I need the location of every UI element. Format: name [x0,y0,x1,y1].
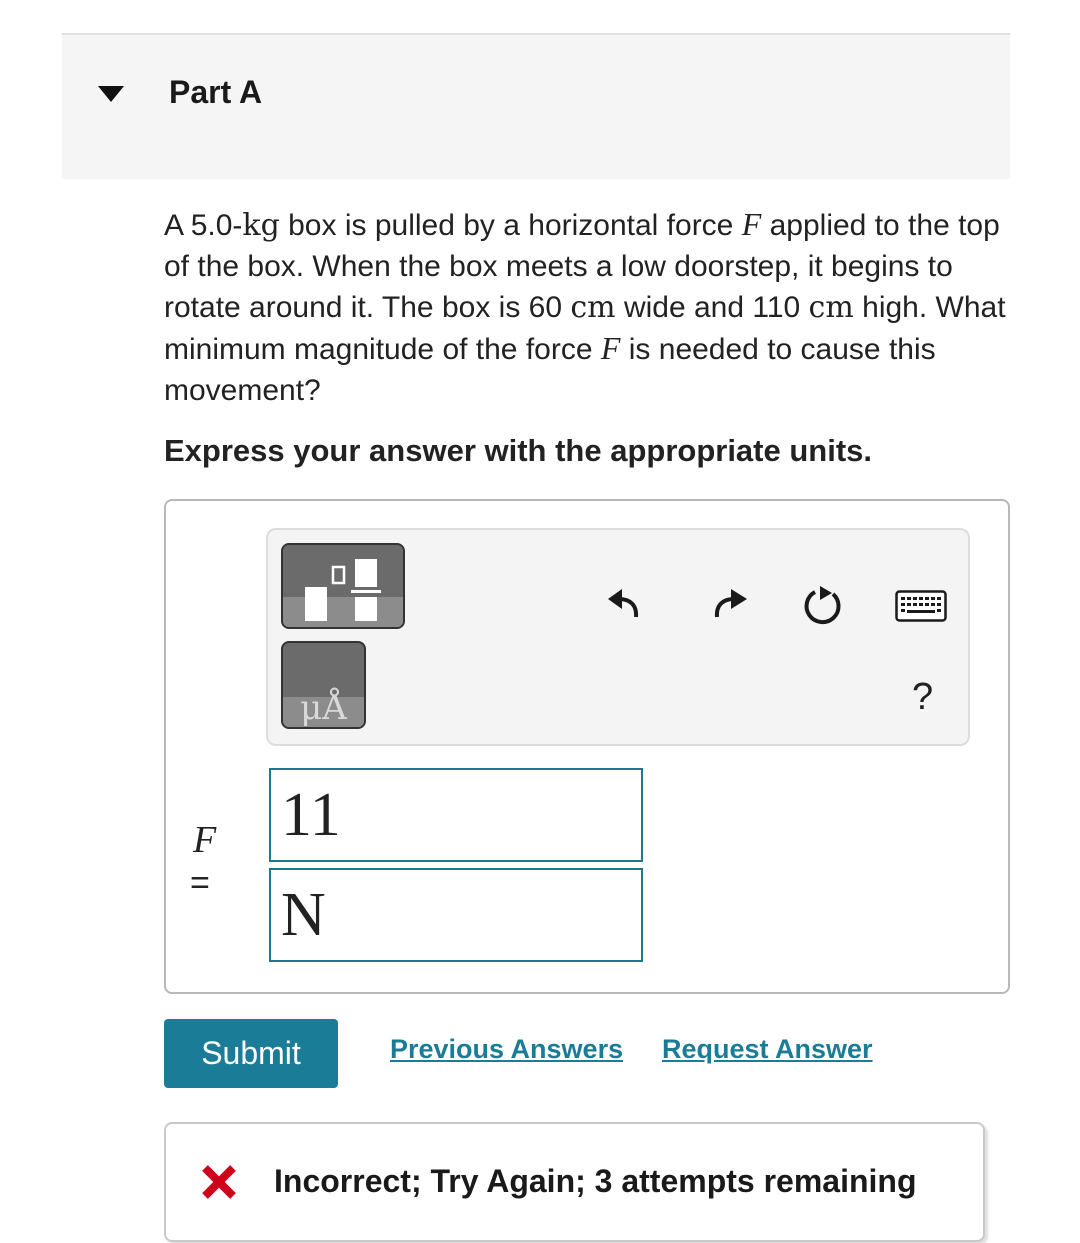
question-text: A 5.0-kg box is pulled by a horizontal f… [164,206,1006,408]
unit-cm: cm [808,289,854,325]
reset-icon[interactable] [800,584,846,626]
instruction-text: Express your answer with the appropriate… [164,433,873,468]
page: Part A A 5.0-kg box is pulled by a horiz… [0,0,1080,1243]
equals-sign: = [190,864,210,902]
previous-answers-link[interactable]: Previous Answers [390,1034,623,1065]
value-input-text: 11 [281,781,341,849]
submit-button[interactable]: Submit [164,1019,338,1088]
unit-input-text: N [281,881,326,949]
unit-cm: cm [570,289,616,325]
answer-variable-label: F [193,819,217,861]
incorrect-x-icon [201,1164,237,1205]
redo-icon[interactable] [709,585,749,619]
keyboard-icon[interactable] [895,590,947,622]
undo-icon[interactable] [606,585,646,619]
request-answer-link[interactable]: Request Answer [662,1034,873,1065]
templates-button[interactable] [281,543,405,629]
unit-kg: kg [242,208,280,243]
units-icon: μÅ [300,688,347,728]
collapse-triangle-icon[interactable] [96,84,126,104]
variable-f: F [741,206,762,242]
unit-input[interactable]: N [269,868,643,962]
value-input[interactable]: 11 [269,768,643,862]
units-button[interactable]: μÅ [281,641,366,729]
feedback-message: Incorrect; Try Again; 3 attempts remaini… [274,1163,917,1199]
templates-icon [283,545,403,627]
part-title: Part A [169,74,263,110]
help-icon[interactable]: ? [912,676,933,719]
variable-f: F [600,330,621,367]
